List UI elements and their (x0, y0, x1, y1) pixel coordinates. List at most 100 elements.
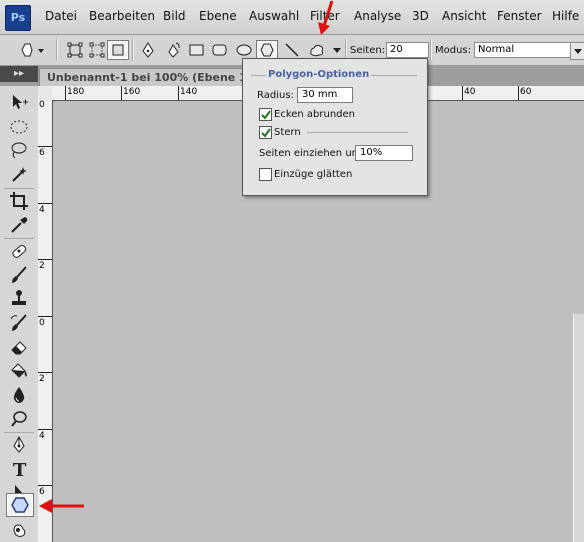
polygon-tool[interactable] (6, 493, 34, 517)
polygon-button[interactable] (256, 40, 278, 60)
marquee-tool[interactable] (6, 116, 32, 138)
magic-wand-icon (12, 167, 27, 182)
sides-label: Seiten: (350, 45, 386, 56)
checkmark-icon (261, 128, 271, 138)
rounded-rectangle-button[interactable] (209, 40, 231, 60)
smooth-corners-label[interactable]: Ecken abrunden (274, 109, 355, 120)
fill-pixels-icon (112, 44, 124, 56)
line-button[interactable] (281, 40, 303, 60)
svg-text:T: T (13, 460, 27, 479)
indent-sides-label: Seiten einziehen um: (259, 148, 365, 159)
polygon-tool-icon (11, 497, 29, 513)
smooth-indents-checkbox[interactable] (259, 168, 272, 181)
blur-tool[interactable] (6, 384, 32, 406)
radius-input[interactable]: 30 mm (297, 87, 353, 103)
ruler-origin[interactable] (38, 86, 53, 101)
annotation-arrow-icon (39, 499, 84, 513)
menu-fenster[interactable]: Fenster (497, 9, 542, 23)
menu-auswahl[interactable]: Auswahl (249, 9, 299, 23)
pen-tool[interactable] (6, 434, 32, 456)
hand-tool[interactable] (6, 518, 32, 540)
menu-datei[interactable]: Datei (45, 9, 77, 23)
annotation-arrow-icon (318, 0, 334, 35)
menu-ebene[interactable]: Ebene (199, 9, 237, 23)
shape-layers-button[interactable] (64, 40, 86, 60)
mode-dropdown-button[interactable] (570, 42, 584, 60)
ruler-label: 6 (39, 487, 45, 497)
eyedropper-tool[interactable] (6, 214, 32, 236)
clone-stamp-tool[interactable] (6, 288, 32, 310)
ruler-label: 40 (464, 87, 476, 97)
freeform-pen-button[interactable] (163, 40, 185, 60)
crop-tool[interactable] (6, 190, 32, 212)
ruler-label: 60 (520, 87, 532, 97)
geometry-options-dropdown[interactable] (329, 40, 343, 60)
ellipse-button[interactable] (233, 40, 255, 60)
shape-layers-icon (67, 42, 83, 58)
pen-option-button[interactable] (137, 40, 159, 60)
move-icon (13, 95, 28, 109)
sides-input[interactable]: 20 (386, 42, 429, 58)
healing-brush-tool[interactable] (6, 240, 32, 262)
freeform-pen-icon (168, 42, 180, 58)
mode-value: Normal (478, 44, 515, 55)
move-tool[interactable] (6, 92, 32, 114)
panel-collapse-toggle[interactable]: ▸▸ (0, 66, 38, 82)
type-tool[interactable]: T (6, 458, 32, 480)
history-brush-icon (10, 314, 27, 331)
menu-bild[interactable]: Bild (163, 9, 186, 23)
paths-button[interactable] (86, 40, 108, 60)
rectangle-button[interactable] (186, 40, 208, 60)
fill-pixels-button[interactable] (107, 40, 129, 60)
smooth-corners-checkbox[interactable] (259, 108, 272, 121)
rectangle-icon (189, 44, 204, 56)
radius-label: Radius: (257, 90, 294, 101)
tool-preset-picker[interactable] (14, 40, 44, 60)
lasso-tool[interactable] (6, 140, 32, 162)
paths-icon (89, 42, 105, 58)
dodge-tool[interactable] (6, 408, 32, 430)
mode-select[interactable]: Normal (474, 42, 575, 58)
pen-icon (13, 435, 25, 453)
ruler-label: 160 (123, 87, 141, 97)
elliptical-marquee-icon (10, 120, 28, 134)
star-label[interactable]: Stern (274, 127, 301, 138)
hand-icon (13, 524, 26, 537)
paint-bucket-tool[interactable] (6, 360, 32, 382)
chevron-down-icon (574, 49, 582, 54)
document-tab[interactable]: Unbenannt-1 bei 100% (Ebene 1, R (39, 68, 268, 87)
brush-tool[interactable] (6, 264, 32, 286)
ruler-label: 0 (39, 100, 45, 110)
ruler-label: 180 (67, 87, 85, 97)
mode-label: Modus: (435, 45, 472, 56)
polygon-icon (260, 43, 274, 57)
indent-sides-input[interactable]: 10% (355, 145, 413, 161)
custom-shape-button[interactable] (305, 40, 327, 60)
menu-ansicht[interactable]: Ansicht (442, 9, 486, 23)
star-checkbox[interactable] (259, 126, 272, 139)
rounded-rectangle-icon (212, 44, 227, 56)
eraser-icon (11, 341, 27, 355)
eraser-tool[interactable] (6, 336, 32, 358)
menu-analyse[interactable]: Analyse (354, 9, 401, 23)
clone-stamp-icon (12, 290, 26, 305)
menu-bar: Ps Datei Bearbeiten Bild Ebene Auswahl F… (0, 0, 584, 35)
eyedropper-icon (11, 217, 28, 233)
paint-bucket-icon (11, 363, 27, 378)
menu-bearbeiten[interactable]: Bearbeiten (89, 9, 155, 23)
menu-3d[interactable]: 3D (412, 9, 429, 23)
checkmark-icon (261, 110, 271, 120)
ruler-label: 6 (39, 148, 45, 158)
menu-hilfe[interactable]: Hilfe (552, 9, 579, 23)
canvas-scroll-edge[interactable] (573, 314, 584, 542)
smooth-indents-label[interactable]: Einzüge glätten (274, 169, 352, 180)
ruler-label: 4 (39, 431, 45, 441)
lasso-icon (11, 142, 27, 159)
photoshop-logo: Ps (5, 5, 31, 31)
line-icon (285, 43, 299, 57)
vertical-ruler[interactable]: 0 6 4 2 0 2 4 6 (38, 100, 53, 542)
magic-wand-tool[interactable] (6, 164, 32, 186)
tools-panel: T (0, 86, 39, 542)
history-brush-tool[interactable] (6, 312, 32, 334)
pen-icon (142, 42, 154, 58)
